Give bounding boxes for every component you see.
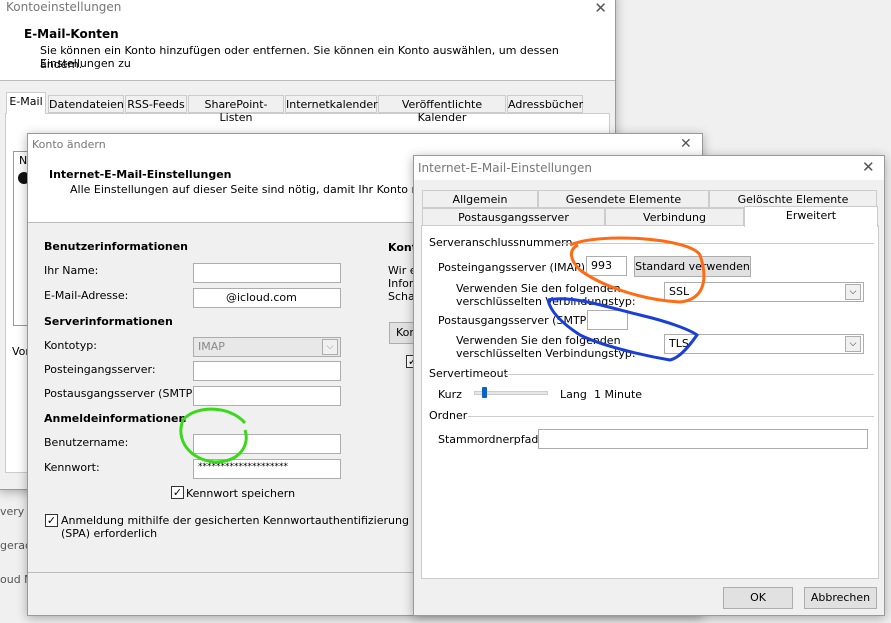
annotation-overlay: [179, 236, 706, 464]
orange-annotation: [569, 236, 706, 304]
blue-annotation: [546, 297, 700, 362]
green-annotation: [179, 407, 248, 464]
